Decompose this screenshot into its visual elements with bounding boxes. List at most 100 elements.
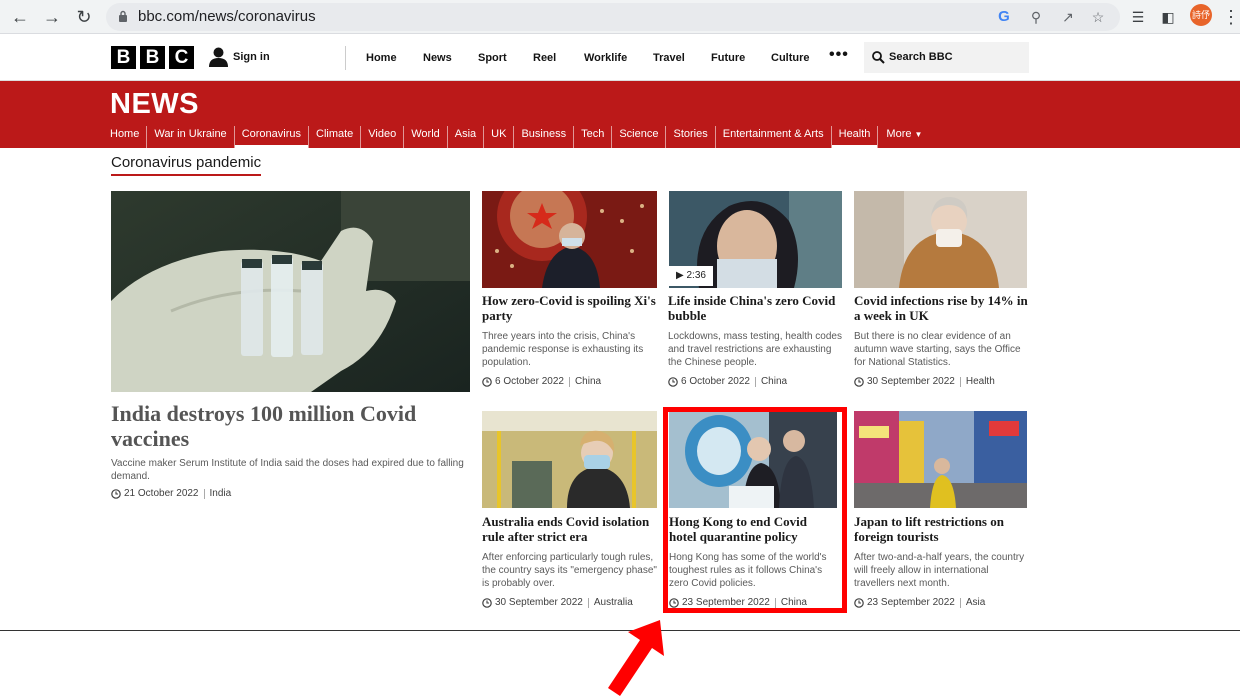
search-icon <box>872 51 885 64</box>
card-4-image[interactable] <box>482 411 657 508</box>
topnav-more[interactable]: ••• <box>829 46 849 64</box>
clock-icon <box>854 597 864 608</box>
topnav-culture[interactable]: Culture <box>771 52 810 64</box>
clock-icon <box>668 376 678 387</box>
lead-summary: Vaccine maker Serum Institute of India s… <box>111 458 464 482</box>
card-1-meta: 6 October 2022 China <box>482 376 601 387</box>
forward-icon[interactable]: → <box>40 5 64 29</box>
news-nav-science[interactable]: Science <box>612 126 667 148</box>
card-1-headline[interactable]: How zero-Covid is spoiling Xi's party <box>482 293 657 323</box>
card-4-headline[interactable]: Australia ends Covid isolation rule afte… <box>482 514 658 544</box>
card-2-summary: Lockdowns, mass testing, health codes an… <box>668 331 842 368</box>
back-icon[interactable]: ← <box>8 5 32 29</box>
news-nav-uk[interactable]: UK <box>484 126 515 148</box>
card-3-image[interactable] <box>854 191 1027 288</box>
card-3-date: 30 September 2022 <box>867 376 955 387</box>
card-6-tag[interactable]: Asia <box>966 597 985 608</box>
meta-separator <box>959 376 961 387</box>
lead-meta: 21 October 2022 India <box>111 488 231 499</box>
browser-toolbar: ← → ↻ bbc.com/news/coronavirus G ⚲ ↗ ☆ ☰… <box>0 0 1240 34</box>
share-icon[interactable]: ↗ <box>1058 7 1078 27</box>
card-4-tag[interactable]: Australia <box>594 597 633 608</box>
meta-separator <box>754 376 756 387</box>
clock-icon <box>482 376 492 387</box>
card-1-tag[interactable]: China <box>575 376 601 387</box>
profile-avatar[interactable]: 詩伃 <box>1190 4 1212 26</box>
card-6-image[interactable] <box>854 411 1027 508</box>
meta-separator <box>587 597 589 608</box>
news-nav-coronavirus[interactable]: Coronavirus <box>234 126 309 148</box>
card-2-tag[interactable]: China <box>761 376 787 387</box>
play-icon: ▶ <box>676 270 684 281</box>
topnav-sport[interactable]: Sport <box>478 52 507 64</box>
card-6-headline[interactable]: Japan to lift restrictions on foreign to… <box>854 514 1029 544</box>
news-nav: Home War in Ukraine Coronavirus Climate … <box>110 126 929 148</box>
topnav-reel[interactable]: Reel <box>533 52 556 64</box>
card-3-meta: 30 September 2022 Health <box>854 376 995 387</box>
news-nav-asia[interactable]: Asia <box>448 126 485 148</box>
card-2-headline[interactable]: Life inside China's zero Covid bubble <box>668 293 843 323</box>
card-6-date: 23 September 2022 <box>867 597 955 608</box>
card-2-meta: 6 October 2022 China <box>668 376 787 387</box>
lead-headline[interactable]: India destroys 100 million Covid vaccine… <box>111 401 461 451</box>
zoom-icon[interactable]: ⚲ <box>1026 7 1046 27</box>
news-banner: NEWS Home War in Ukraine Coronavirus Cli… <box>0 81 1240 148</box>
red-arrow-icon <box>608 620 664 696</box>
search-placeholder: Search BBC <box>889 51 953 63</box>
lead-image[interactable] <box>111 191 470 392</box>
bbc-logo-c[interactable]: C <box>169 46 194 69</box>
news-nav-war-in-ukraine[interactable]: War in Ukraine <box>147 126 235 148</box>
video-duration-badge[interactable]: ▶ 2:36 <box>669 266 713 286</box>
topnav-future[interactable]: Future <box>711 52 745 64</box>
news-nav-stories[interactable]: Stories <box>666 126 716 148</box>
section-title[interactable]: Coronavirus pandemic <box>111 154 262 176</box>
news-nav-entertainment-arts[interactable]: Entertainment & Arts <box>716 126 832 148</box>
lead-tag[interactable]: India <box>210 488 232 499</box>
clock-icon <box>854 376 864 387</box>
news-nav-more[interactable]: More ▼ <box>878 126 929 148</box>
topnav-worklife[interactable]: Worklife <box>584 52 627 64</box>
url-text[interactable]: bbc.com/news/coronavirus <box>138 8 316 25</box>
topnav-news[interactable]: News <box>423 52 452 64</box>
card-2-date: 6 October 2022 <box>681 376 750 387</box>
highlight-box <box>663 407 847 613</box>
bookmark-star-icon[interactable]: ☆ <box>1088 7 1108 27</box>
card-1-date: 6 October 2022 <box>495 376 564 387</box>
address-bar[interactable]: bbc.com/news/coronavirus G ⚲ ↗ ☆ <box>106 3 1120 31</box>
news-nav-video[interactable]: Video <box>361 126 405 148</box>
news-title[interactable]: NEWS <box>110 88 199 121</box>
signin-link[interactable]: Sign in <box>233 51 270 63</box>
meta-separator <box>959 597 961 608</box>
news-nav-world[interactable]: World <box>404 126 448 148</box>
side-panel-icon[interactable]: ◧ <box>1156 5 1180 29</box>
reload-icon[interactable]: ↻ <box>72 5 96 29</box>
meta-separator <box>203 488 205 499</box>
video-duration: 2:36 <box>686 270 706 281</box>
reading-list-icon[interactable]: ☰ <box>1126 5 1150 29</box>
bbc-logo-b1[interactable]: B <box>111 46 136 69</box>
news-nav-business[interactable]: Business <box>514 126 575 148</box>
bbc-logo-b2[interactable]: B <box>140 46 165 69</box>
clock-icon <box>482 597 492 608</box>
card-4-meta: 30 September 2022 Australia <box>482 597 633 608</box>
topnav-travel[interactable]: Travel <box>653 52 685 64</box>
news-nav-climate[interactable]: Climate <box>309 126 362 148</box>
google-icon[interactable]: G <box>994 7 1014 27</box>
topnav-home[interactable]: Home <box>366 52 397 64</box>
menu-icon[interactable]: ⋮ <box>1222 5 1240 29</box>
news-nav-tech[interactable]: Tech <box>574 126 613 148</box>
card-4-date: 30 September 2022 <box>495 597 583 608</box>
news-nav-health[interactable]: Health <box>831 126 879 148</box>
card-3-tag[interactable]: Health <box>966 376 995 387</box>
clock-icon <box>111 488 121 499</box>
card-6-summary: After two-and-a-half years, the country … <box>854 552 1025 589</box>
lock-icon[interactable] <box>118 10 128 23</box>
lead-date: 21 October 2022 <box>124 488 199 499</box>
card-4-summary: After enforcing particularly tough rules… <box>482 552 657 589</box>
card-1-image[interactable] <box>482 191 657 288</box>
news-nav-home[interactable]: Home <box>110 126 148 148</box>
card-3-headline[interactable]: Covid infections rise by 14% in a week i… <box>854 293 1029 323</box>
search-input[interactable]: Search BBC <box>864 42 1029 73</box>
card-3-summary: But there is no clear evidence of an aut… <box>854 331 1021 368</box>
user-icon[interactable] <box>209 47 228 67</box>
